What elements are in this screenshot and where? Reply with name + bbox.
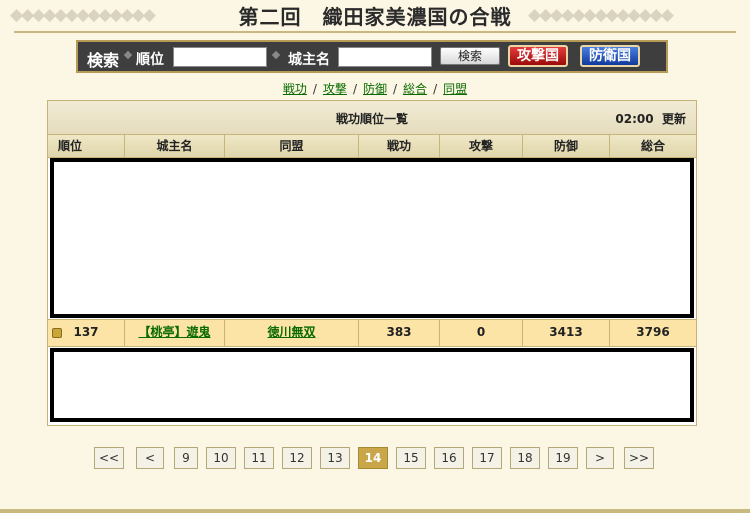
cell-defense: 3413	[523, 320, 610, 346]
current-player-marker-icon	[52, 328, 62, 338]
ranking-table: 戦功順位一覧 02:00 更新 順位 城主名 同盟 戦功 攻撃 防御 総合 13…	[47, 100, 697, 426]
ranking-category-links: 戦功 / 攻撃 / 防御 / 総合 / 同盟	[0, 80, 750, 97]
cell-rank: 137	[48, 320, 125, 346]
pagination: << < 9 10 11 12 13 14 15 16 17 18 19 > >…	[0, 447, 750, 469]
divider-diamond-icon	[271, 50, 281, 60]
page-next-button[interactable]: >	[586, 447, 614, 469]
column-header-lord: 城主名	[125, 135, 225, 157]
search-heading: 検索	[87, 51, 120, 70]
alliance-link[interactable]: 徳川無双	[267, 325, 315, 339]
defense-country-button[interactable]: 防衛国	[580, 45, 640, 67]
category-link-defense[interactable]: 防御	[363, 82, 387, 96]
column-header-total: 総合	[640, 139, 665, 153]
link-separator: /	[393, 82, 398, 96]
update-time: 02:00	[615, 112, 654, 126]
link-separator: /	[352, 82, 357, 96]
link-separator: /	[312, 82, 317, 96]
table-row: 137 【桃亭】遊鬼 徳川無双 383 0 3413 3796	[48, 319, 696, 347]
page-button-18[interactable]: 18	[510, 447, 540, 469]
lord-name-link[interactable]: 【桃亭】遊鬼	[138, 325, 210, 339]
page-button-10[interactable]: 10	[206, 447, 236, 469]
bottom-border	[0, 509, 750, 513]
column-header-defense: 防御	[523, 135, 610, 157]
title-divider	[14, 31, 736, 33]
category-link-alliance[interactable]: 同盟	[443, 82, 467, 96]
search-button[interactable]: 検索	[440, 47, 500, 65]
cell-attack: 0	[440, 320, 523, 346]
attack-country-button[interactable]: 攻撃国	[508, 45, 568, 67]
column-header-attack: 攻撃	[440, 135, 523, 157]
cell-lord: 【桃亭】遊鬼	[125, 320, 225, 346]
category-link-attack[interactable]: 攻撃	[323, 82, 347, 96]
search-bar: 検索 順位 城主名 検索 攻撃国 防衛国	[76, 40, 668, 73]
rank-input[interactable]	[173, 47, 267, 67]
page-button-11[interactable]: 11	[244, 447, 274, 469]
title-banner: ◆◆◆◆◆◆◆◆◆◆◆◆◆ ◆◆◆◆◆◆◆◆◆◆◆◆◆ 第二回 織田家美濃国の合…	[0, 0, 750, 34]
table-title: 戦功順位一覧	[335, 112, 408, 126]
lord-name-input[interactable]	[338, 47, 432, 67]
page-first-button[interactable]: <<	[94, 447, 124, 469]
page-button-16[interactable]: 16	[434, 447, 464, 469]
rank-value: 137	[73, 325, 99, 339]
rank-label: 順位	[136, 52, 164, 68]
page-prev-button[interactable]: <	[136, 447, 164, 469]
column-header-alliance: 同盟	[225, 135, 359, 157]
page-button-19[interactable]: 19	[548, 447, 578, 469]
page-button-12[interactable]: 12	[282, 447, 312, 469]
page-title: 第二回 織田家美濃国の合戦	[238, 5, 512, 29]
page-button-9[interactable]: 9	[174, 447, 198, 469]
cell-merit: 383	[359, 320, 440, 346]
page-button-13[interactable]: 13	[320, 447, 350, 469]
cell-alliance: 徳川無双	[225, 320, 359, 346]
table-header: 戦功順位一覧 02:00 更新	[48, 101, 696, 135]
column-headers: 順位 城主名 同盟 戦功 攻撃 防御 総合	[48, 135, 696, 158]
cell-total: 3796	[636, 325, 670, 339]
update-info: 02:00 更新	[615, 110, 686, 127]
redacted-rows-below	[50, 348, 694, 422]
category-link-merit[interactable]: 戦功	[283, 82, 307, 96]
page-button-17[interactable]: 17	[472, 447, 502, 469]
divider-diamond-icon	[123, 50, 133, 60]
column-header-merit: 戦功	[359, 135, 440, 157]
column-header-rank: 順位	[48, 135, 125, 157]
redacted-rows-above	[50, 158, 694, 318]
lord-name-label: 城主名	[288, 52, 330, 68]
page-button-15[interactable]: 15	[396, 447, 426, 469]
refresh-link[interactable]: 更新	[662, 112, 686, 126]
page-last-button[interactable]: >>	[624, 447, 654, 469]
link-separator: /	[433, 82, 438, 96]
page-button-14-current[interactable]: 14	[358, 447, 388, 469]
category-link-total[interactable]: 総合	[403, 82, 427, 96]
